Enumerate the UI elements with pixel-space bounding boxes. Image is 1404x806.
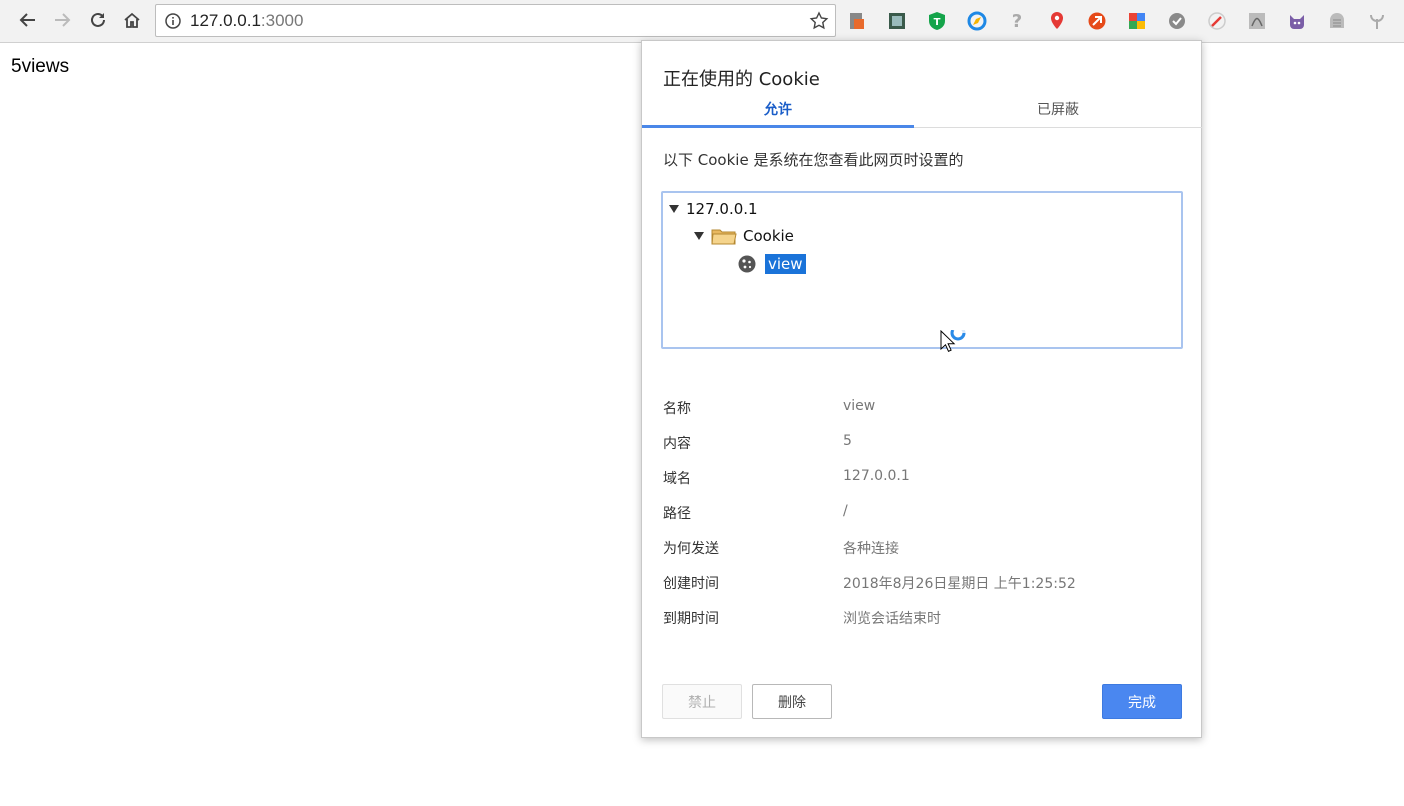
question-extension-icon: ? xyxy=(1012,11,1022,31)
map-pin-extension-icon xyxy=(1051,12,1063,29)
detail-value: 各种连接 xyxy=(843,541,899,557)
detail-key: 路径 xyxy=(663,506,691,522)
shield-t-extension-icon: T xyxy=(929,12,945,30)
reload-button[interactable] xyxy=(84,6,112,34)
detail-key: 域名 xyxy=(663,471,691,487)
extension-icon[interactable] xyxy=(1046,10,1068,32)
browser-toolbar: 127.0.0.1:3000 T ? xyxy=(0,0,1404,43)
pen-extension-icon xyxy=(1208,12,1226,30)
extension-icon[interactable] xyxy=(966,10,988,32)
detail-key: 内容 xyxy=(663,436,691,452)
extension-icon[interactable] xyxy=(1086,10,1108,32)
info-icon[interactable] xyxy=(164,12,182,30)
check-extension-icon xyxy=(1169,13,1185,29)
anime-extension-icon xyxy=(889,13,905,29)
detail-value: / xyxy=(843,503,848,519)
remove-button[interactable]: 删除 xyxy=(752,684,832,719)
tree-node-folder[interactable]: Cookie xyxy=(694,225,794,247)
cat-extension-icon xyxy=(1290,15,1304,29)
extension-icon[interactable] xyxy=(1326,10,1348,32)
folder-icon xyxy=(711,229,737,245)
tree-node-host[interactable]: 127.0.0.1 xyxy=(669,198,758,220)
extension-icon[interactable] xyxy=(1246,10,1268,32)
dialog-description: 以下 Cookie 是系统在您查看此网页时设置的 xyxy=(663,151,964,169)
reload-icon xyxy=(91,12,105,27)
done-button[interactable]: 完成 xyxy=(1102,684,1182,719)
extension-icon[interactable] xyxy=(1126,10,1148,32)
cookie-icon xyxy=(738,255,756,273)
extension-icon[interactable] xyxy=(886,10,908,32)
block-button[interactable]: 禁止 xyxy=(662,684,742,719)
cookies-dialog: 正在使用的 Cookie 允许 已屏蔽 以下 Cookie 是系统在您查看此网页… xyxy=(641,40,1202,738)
compass-extension-icon xyxy=(967,11,987,31)
extension-icon[interactable] xyxy=(1206,10,1228,32)
detail-value: 5 xyxy=(843,433,852,449)
extension-icon[interactable]: T xyxy=(926,10,948,32)
home-button[interactable] xyxy=(118,6,146,34)
star-icon[interactable] xyxy=(809,11,829,31)
tree-cookie-label: view xyxy=(765,254,806,274)
extension-icon[interactable] xyxy=(1366,10,1388,32)
cursor-icon xyxy=(940,330,966,352)
back-icon xyxy=(19,13,35,27)
detail-key: 名称 xyxy=(663,401,691,417)
active-tab-indicator xyxy=(642,125,914,128)
page-body-text: 5views xyxy=(11,56,70,77)
svg-text:T: T xyxy=(934,17,941,28)
tab-blocked[interactable]: 已屏蔽 xyxy=(914,99,1202,129)
expand-arrow-icon[interactable] xyxy=(669,205,679,213)
detail-key: 到期时间 xyxy=(663,611,719,627)
colorful-extension-icon xyxy=(1129,13,1145,29)
detail-value: view xyxy=(843,398,876,414)
tree-host-label: 127.0.0.1 xyxy=(686,200,758,218)
extension-icon[interactable] xyxy=(1286,10,1308,32)
extension-icon[interactable] xyxy=(846,10,868,32)
tree-node-cookie[interactable]: view xyxy=(737,252,806,276)
shield-grey-extension-icon xyxy=(1330,13,1344,28)
red-circle-extension-icon xyxy=(1088,12,1106,30)
extension-icon[interactable] xyxy=(1166,10,1188,32)
detail-value: 127.0.0.1 xyxy=(843,468,910,484)
detail-value: 浏览会话结束时 xyxy=(843,611,941,627)
forward-icon xyxy=(55,13,71,27)
svg-text:?: ? xyxy=(1012,11,1022,31)
office-extension-icon xyxy=(850,13,864,29)
detail-value: 2018年8月26日星期日 上午1:25:52 xyxy=(843,576,1076,592)
detail-key: 创建时间 xyxy=(663,576,719,592)
back-button[interactable] xyxy=(14,6,42,34)
tree-folder-label: Cookie xyxy=(743,227,794,245)
home-icon xyxy=(124,12,140,28)
dialog-title: 正在使用的 Cookie xyxy=(663,69,820,90)
detail-key: 为何发送 xyxy=(663,541,719,557)
cookie-tree[interactable]: 127.0.0.1 Cookie view xyxy=(661,191,1183,349)
forward-button[interactable] xyxy=(48,6,76,34)
expand-arrow-icon[interactable] xyxy=(694,232,704,240)
pdf-extension-icon xyxy=(1249,13,1265,29)
antenna-extension-icon xyxy=(1370,14,1384,29)
address-bar[interactable]: 127.0.0.1:3000 xyxy=(155,4,836,37)
extension-icon[interactable]: ? xyxy=(1006,10,1028,32)
url-text: 127.0.0.1:3000 xyxy=(190,11,304,30)
